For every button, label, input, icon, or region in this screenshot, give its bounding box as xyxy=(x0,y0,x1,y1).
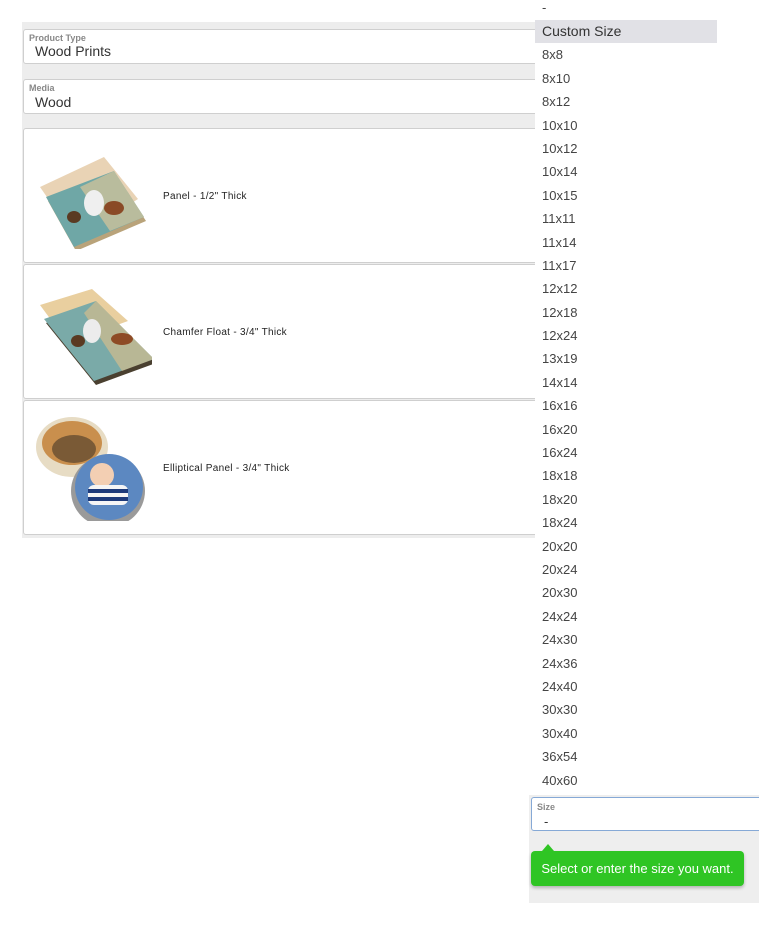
size-option[interactable]: 8x12 xyxy=(535,90,717,113)
option-card-panel[interactable]: Panel - 1/2" Thick xyxy=(23,128,543,263)
size-option[interactable]: 40x60 xyxy=(535,769,717,792)
size-option[interactable]: 10x14 xyxy=(535,160,717,183)
size-option[interactable]: 13x19 xyxy=(535,347,717,370)
size-option[interactable]: - xyxy=(535,0,717,20)
size-option[interactable]: 14x14 xyxy=(535,371,717,394)
size-option[interactable]: 11x11 xyxy=(535,207,717,230)
size-value: - xyxy=(544,814,549,829)
size-tooltip: Select or enter the size you want. xyxy=(531,844,744,886)
size-option[interactable]: 18x24 xyxy=(535,511,717,534)
size-option[interactable]: 24x40 xyxy=(535,675,717,698)
size-option[interactable]: 20x30 xyxy=(535,581,717,604)
size-option[interactable]: 16x24 xyxy=(535,441,717,464)
elliptical-panel-image xyxy=(36,417,145,521)
size-field-area: Size - Select or enter the size you want… xyxy=(529,795,759,903)
horse-panel-image xyxy=(40,157,146,249)
size-option[interactable]: 36x54 xyxy=(535,745,717,768)
size-input[interactable]: Size - xyxy=(531,797,759,831)
media-value: Wood xyxy=(35,94,72,110)
size-option[interactable]: 16x16 xyxy=(535,394,717,417)
horse-float-image xyxy=(40,289,152,385)
option-label: Chamfer Float - 3/4" Thick xyxy=(163,327,287,338)
size-option-highlighted[interactable]: Custom Size xyxy=(535,20,717,44)
tooltip-text: Select or enter the size you want. xyxy=(541,861,734,876)
product-type-value: Wood Prints xyxy=(35,43,111,59)
media-label: Media xyxy=(29,83,55,93)
size-option[interactable]: 24x24 xyxy=(535,605,717,628)
size-option[interactable]: 30x30 xyxy=(535,698,717,721)
size-option[interactable]: 10x12 xyxy=(535,137,717,160)
option-label: Elliptical Panel - 3/4" Thick xyxy=(163,463,290,474)
product-type-label: Product Type xyxy=(29,33,86,43)
size-option[interactable]: 11x14 xyxy=(535,231,717,254)
size-option[interactable]: 20x24 xyxy=(535,558,717,581)
size-option[interactable]: 10x15 xyxy=(535,184,717,207)
size-label: Size xyxy=(537,802,556,812)
size-option[interactable]: 18x20 xyxy=(535,488,717,511)
size-dropdown-list[interactable]: - Custom Size 8x8 8x10 8x12 10x10 10x12 … xyxy=(535,0,717,796)
media-select[interactable]: Media Wood xyxy=(23,79,543,114)
size-option[interactable]: 24x30 xyxy=(535,628,717,651)
size-option[interactable]: 24x36 xyxy=(535,652,717,675)
size-option[interactable]: 12x18 xyxy=(535,301,717,324)
tooltip-arrow-icon xyxy=(542,844,554,851)
size-option[interactable]: 30x40 xyxy=(535,722,717,745)
size-option[interactable]: 10x10 xyxy=(535,114,717,137)
size-option[interactable]: 8x10 xyxy=(535,67,717,90)
size-option[interactable]: 12x12 xyxy=(535,277,717,300)
size-option[interactable]: 11x17 xyxy=(535,254,717,277)
size-option[interactable]: 20x20 xyxy=(535,535,717,558)
option-card-chamfer-float[interactable]: Chamfer Float - 3/4" Thick xyxy=(23,264,543,399)
size-option[interactable]: 8x8 xyxy=(535,43,717,66)
option-card-elliptical-panel[interactable]: Elliptical Panel - 3/4" Thick xyxy=(23,400,543,535)
size-option[interactable]: 18x18 xyxy=(535,464,717,487)
size-option[interactable]: 16x20 xyxy=(535,418,717,441)
product-type-select[interactable]: Product Type Wood Prints xyxy=(23,29,543,64)
option-label: Panel - 1/2" Thick xyxy=(163,191,247,202)
size-option[interactable]: 12x24 xyxy=(535,324,717,347)
